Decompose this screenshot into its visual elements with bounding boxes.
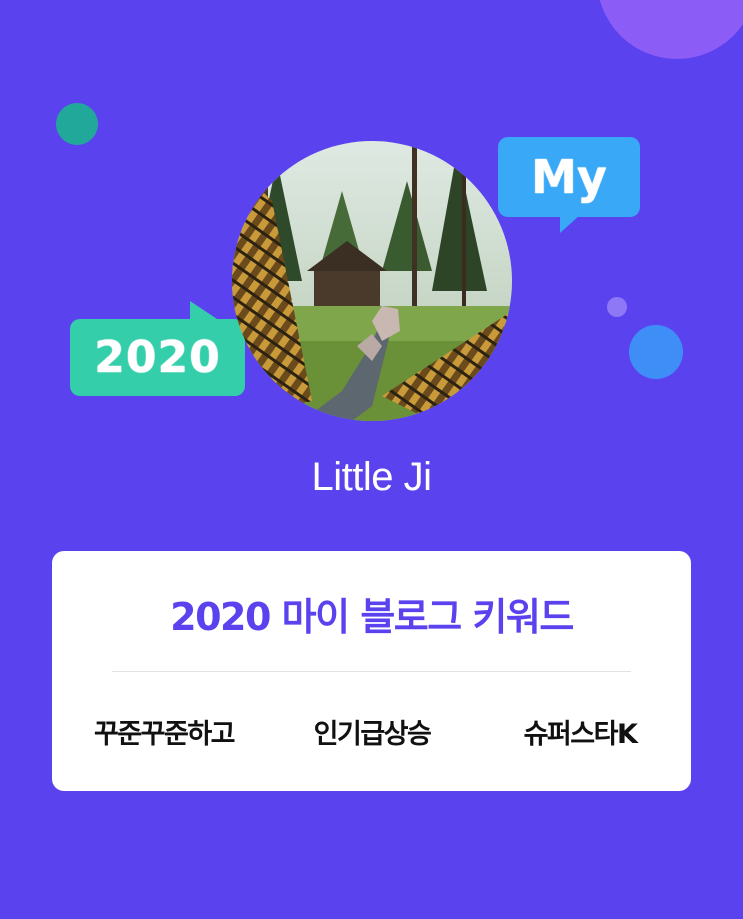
decorative-circle-teal (56, 103, 98, 145)
decorative-circle-top-right (597, 0, 743, 59)
avatar-photo-hammock (232, 141, 512, 421)
year-speech-bubble: 2020 (70, 301, 245, 396)
keyword-item: 슈퍼스타K (523, 719, 638, 750)
my-speech-bubble: My (498, 137, 640, 233)
profile-name: Little Ji (311, 455, 433, 499)
keyword-item: 인기급상승 (313, 719, 432, 750)
divider (112, 671, 631, 672)
year-bubble-text: 2020 (94, 332, 221, 383)
decorative-circle-blue (629, 325, 683, 379)
speech-bubble-tail (190, 301, 220, 321)
keyword-item: 꾸준꾸준하고 (93, 719, 236, 750)
decorative-circle-small (607, 297, 627, 317)
my-bubble-text: My (531, 150, 607, 204)
profile-avatar[interactable] (232, 141, 512, 421)
speech-bubble-tail (560, 215, 580, 233)
keywords-card-title: 2020 마이 블로그 키워드 (170, 595, 574, 639)
